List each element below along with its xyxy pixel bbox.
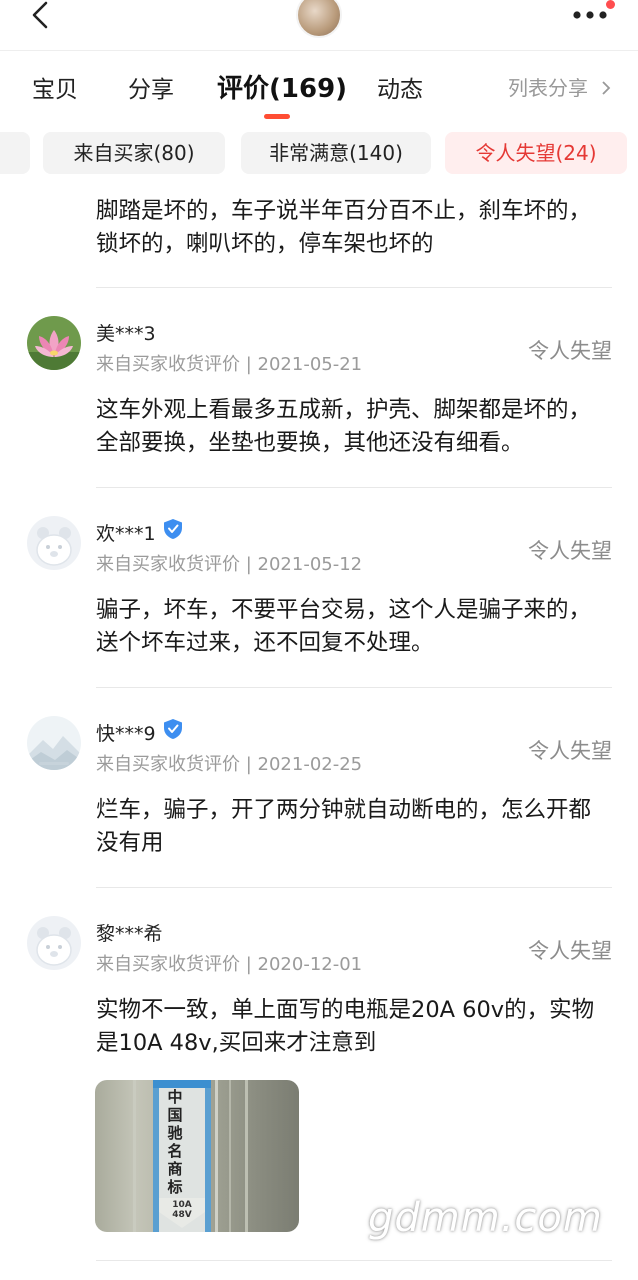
photo-brand-text: 中国驰名商标 [167, 1088, 183, 1196]
reviewer-name: 欢***1 [96, 523, 156, 545]
tab-bar: 宝贝 分享 评价(169) 动态 列表分享 [0, 52, 638, 120]
divider [96, 287, 612, 288]
review-source: 来自买家收货评价 [96, 754, 240, 775]
meta-separator: | [240, 354, 258, 375]
mountain-avatar[interactable] [27, 716, 81, 770]
review-text: 脚踏是坏的，车子说半年百分百不止，刹车坏的，锁坏的，喇叭坏的，停车架也坏的 [96, 198, 592, 257]
default-bear-avatar[interactable] [27, 916, 81, 970]
review-date: 2021-05-21 [257, 354, 363, 375]
tab-activity[interactable]: 动态 [377, 70, 423, 104]
review-rating: 令人失望 [528, 939, 612, 963]
reviewer-name: 美***3 [96, 323, 156, 345]
watermark: gdmm.com [368, 1195, 603, 1241]
chevron-right-icon [602, 81, 611, 95]
filter-disappointed[interactable]: 令人失望(24) [445, 132, 627, 174]
filter-very-satisfied[interactable]: 非常满意(140) [241, 132, 431, 174]
lotus-avatar[interactable] [27, 316, 81, 370]
filter-chip-partial[interactable] [0, 132, 30, 174]
seller-avatar[interactable] [296, 0, 342, 38]
divider [96, 687, 612, 688]
top-bar [0, 0, 638, 51]
review-date: 2021-05-12 [257, 554, 363, 575]
list-share-label: 列表分享 [508, 76, 588, 100]
review-text: 实物不一致，单上面写的电瓶是20A 60v的，实物是10A 48v,买回来才注意… [96, 997, 595, 1056]
photo-spec-text: 10A 48V [172, 1200, 192, 1220]
divider [96, 1260, 612, 1261]
review-date: 2021-02-25 [257, 754, 363, 775]
tab-share[interactable]: 分享 [128, 70, 174, 104]
active-tab-indicator [264, 114, 290, 119]
meta-separator: | [240, 954, 258, 975]
verified-shield-icon [164, 719, 182, 739]
review-rating: 令人失望 [528, 739, 612, 763]
review-source: 来自买家收货评价 [96, 554, 240, 575]
list-share-button[interactable]: 列表分享 [508, 72, 612, 101]
meta-separator: | [240, 554, 258, 575]
filter-from-buyers[interactable]: 来自买家(80) [43, 132, 225, 174]
review-text: 骗子，坏车，不要平台交易，这个人是骗子来的，送个坏车过来，还不回复不处理。 [96, 597, 592, 656]
review-meta: 来自买家收货评价 | 2021-05-12 [96, 550, 362, 576]
divider [96, 487, 612, 488]
review-text: 烂车，骗子，开了两分钟就自动断电的，怎么开都没有用 [96, 797, 592, 856]
reviewer-name: 快***9 [96, 723, 156, 745]
review-source: 来自买家收货评价 [96, 354, 240, 375]
tab-items[interactable]: 宝贝 [32, 70, 78, 104]
review-source: 来自买家收货评价 [96, 954, 240, 975]
review-meta: 来自买家收货评价 | 2021-05-21 [96, 350, 362, 376]
review-date: 2020-12-01 [257, 954, 363, 975]
review-rating: 令人失望 [528, 339, 612, 363]
tab-reviews[interactable]: 评价(169) [217, 68, 347, 105]
divider [96, 887, 612, 888]
verified-shield-icon [164, 519, 182, 539]
filter-bar: 来自买家(80) 非常满意(140) 令人失望(24) [0, 132, 638, 174]
default-bear-avatar[interactable] [27, 516, 81, 570]
review-meta: 来自买家收货评价 | 2021-02-25 [96, 750, 362, 776]
review-meta: 来自买家收货评价 | 2020-12-01 [96, 950, 362, 976]
notification-dot [606, 0, 615, 9]
review-photo[interactable]: 中国驰名商标 10A 48V [95, 1080, 299, 1232]
reviewer-name: 黎***希 [96, 923, 163, 945]
chevron-left-icon[interactable] [24, 0, 58, 34]
meta-separator: | [240, 754, 258, 775]
review-text: 这车外观上看最多五成新，护壳、脚架都是坏的，全部要换，坐垫也要换，其他还没有细看… [96, 397, 592, 456]
review-rating: 令人失望 [528, 539, 612, 563]
